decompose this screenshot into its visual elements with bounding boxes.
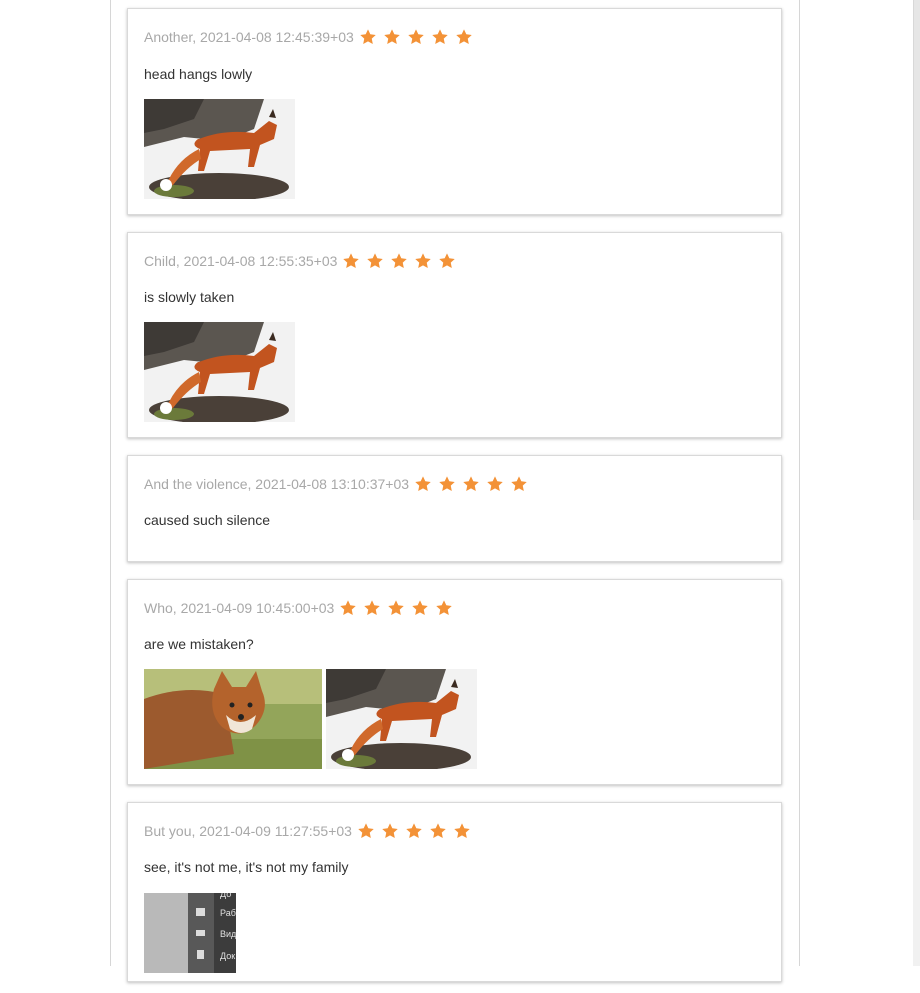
review-meta: Child, 2021-04-08 12:55:35+03 xyxy=(144,253,338,269)
review-text: head hangs lowly xyxy=(144,66,253,82)
star-icon xyxy=(362,599,382,617)
review-meta: Another, 2021-04-08 12:45:39+03 xyxy=(144,29,354,45)
star-icon xyxy=(509,475,529,493)
star-rating xyxy=(338,599,458,617)
review-header: Child, 2021-04-08 12:55:35+03 xyxy=(144,252,461,270)
star-icon xyxy=(430,28,450,46)
star-icon xyxy=(410,599,430,617)
star-icon xyxy=(338,599,358,617)
star-icon xyxy=(356,822,376,840)
review-card: Who, 2021-04-09 10:45:00+03 are we mista… xyxy=(127,579,782,785)
star-rating xyxy=(413,475,533,493)
star-icon xyxy=(413,252,433,270)
star-icon xyxy=(454,28,474,46)
star-icon xyxy=(404,822,424,840)
fox-in-snow-photo[interactable] xyxy=(326,669,478,769)
review-text: is slowly taken xyxy=(144,289,235,305)
svg-text:Док: Док xyxy=(220,951,235,961)
review-card: And the violence, 2021-04-08 13:10:37+03… xyxy=(127,455,782,562)
scrollbar-thumb[interactable] xyxy=(913,0,920,520)
review-meta: But you, 2021-04-09 11:27:55+03 xyxy=(144,823,352,839)
star-icon xyxy=(386,599,406,617)
review-text: are we mistaken? xyxy=(144,636,254,652)
file-menu-screenshot[interactable]: Раб Вид Док До xyxy=(144,893,236,993)
star-icon xyxy=(382,28,402,46)
star-icon xyxy=(452,822,472,840)
fox-in-snow-photo[interactable] xyxy=(144,99,295,199)
review-images xyxy=(144,669,478,769)
star-icon xyxy=(461,475,481,493)
star-icon xyxy=(485,475,505,493)
review-images: Раб Вид Док До xyxy=(144,893,236,993)
star-icon xyxy=(437,475,457,493)
review-text: caused such silence xyxy=(144,512,271,528)
review-header: Another, 2021-04-08 12:45:39+03 xyxy=(144,28,478,46)
review-card: But you, 2021-04-09 11:27:55+03 see, it'… xyxy=(127,802,782,982)
star-icon xyxy=(406,28,426,46)
star-icon xyxy=(437,252,457,270)
review-meta: Who, 2021-04-09 10:45:00+03 xyxy=(144,600,335,616)
star-rating xyxy=(356,822,476,840)
review-header: Who, 2021-04-09 10:45:00+03 xyxy=(144,599,458,617)
svg-text:До: До xyxy=(220,893,231,899)
star-icon xyxy=(365,252,385,270)
star-icon xyxy=(434,599,454,617)
review-images xyxy=(144,322,295,422)
review-text: see, it's not me, it's not my family xyxy=(144,859,349,875)
star-icon xyxy=(389,252,409,270)
review-header: And the violence, 2021-04-08 13:10:37+03 xyxy=(144,475,533,493)
fox-in-snow-photo[interactable] xyxy=(144,322,295,422)
star-icon xyxy=(358,28,378,46)
star-icon xyxy=(341,252,361,270)
review-card: Another, 2021-04-08 12:45:39+03 head han… xyxy=(127,8,782,215)
review-card: Child, 2021-04-08 12:55:35+03 is slowly … xyxy=(127,232,782,438)
star-icon xyxy=(380,822,400,840)
fox-on-grass-photo[interactable] xyxy=(144,669,322,769)
svg-text:Вид: Вид xyxy=(220,929,236,939)
svg-text:Раб: Раб xyxy=(220,908,236,918)
star-icon xyxy=(428,822,448,840)
star-rating xyxy=(341,252,461,270)
star-icon xyxy=(413,475,433,493)
review-meta: And the violence, 2021-04-08 13:10:37+03 xyxy=(144,476,410,492)
review-images xyxy=(144,99,295,199)
star-rating xyxy=(358,28,478,46)
review-header: But you, 2021-04-09 11:27:55+03 xyxy=(144,822,476,840)
